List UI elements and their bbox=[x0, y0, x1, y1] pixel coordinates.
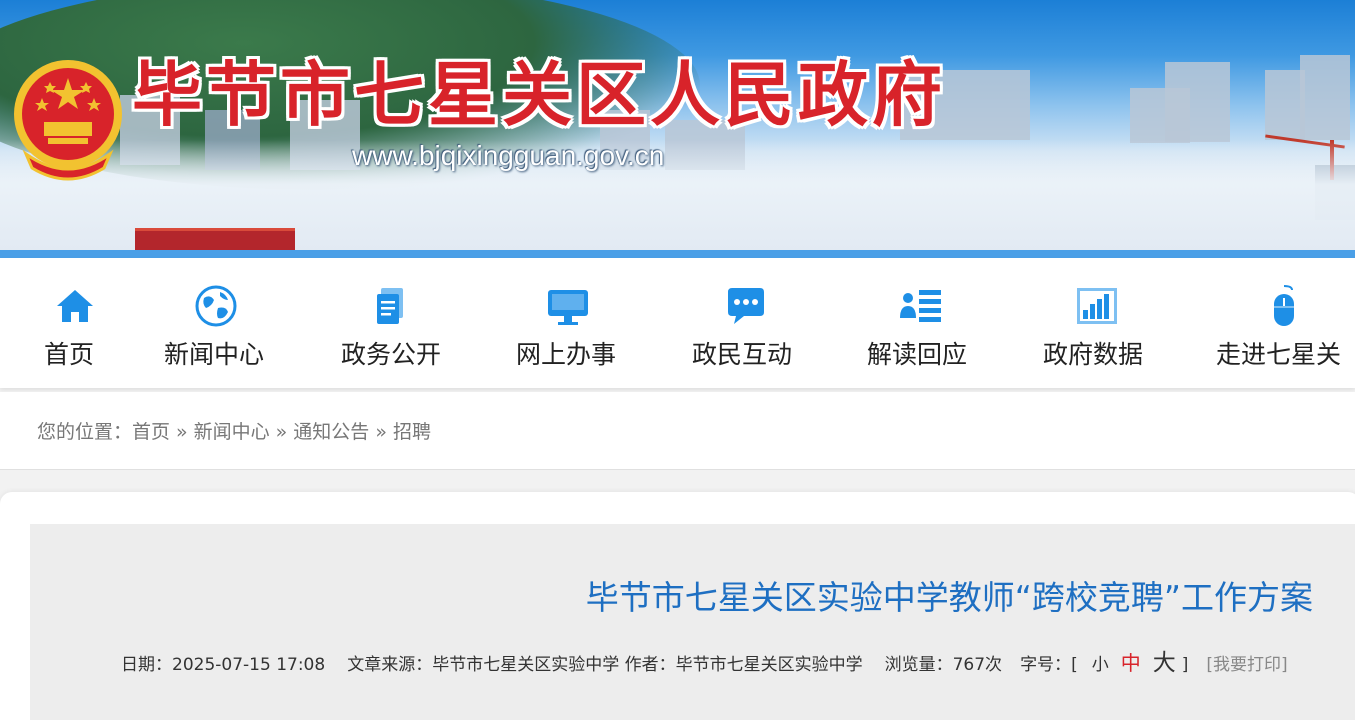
main-nav: 首页 新闻中心 政务公开 网上办事 政民互动 解读回应 政府数据 走进七星关 bbox=[0, 258, 1355, 388]
nav-label: 首页 bbox=[44, 340, 95, 369]
article-views: 767次 bbox=[952, 655, 1003, 675]
nav-item-gov-data[interactable]: 政府数据 bbox=[1039, 258, 1159, 388]
nav-label: 政务公开 bbox=[341, 340, 442, 369]
site-banner: 毕节市七星关区人民政府 www.bjqixingguan.gov.cn bbox=[0, 0, 1355, 252]
chat-bubble-icon bbox=[724, 284, 768, 328]
views-label: 浏览量： bbox=[884, 655, 953, 675]
print-button[interactable]: [我要打印] bbox=[1206, 655, 1287, 675]
breadcrumb-separator: » bbox=[275, 421, 288, 443]
breadcrumb-area: 您的位置：首页» 新闻中心» 通知公告» 招聘 bbox=[0, 392, 1355, 470]
font-size-large-button[interactable]: 大 bbox=[1153, 650, 1176, 676]
mouse-icon bbox=[1262, 284, 1306, 328]
bracket-open: [ bbox=[1071, 655, 1078, 675]
nav-label: 政民互动 bbox=[692, 340, 793, 369]
nav-label: 走进七星关 bbox=[1216, 340, 1342, 369]
article-title: 毕节市七星关区实验中学教师“跨校竞聘”工作方案 bbox=[585, 578, 1313, 617]
nav-item-home[interactable]: 首页 bbox=[40, 258, 110, 388]
banner-building bbox=[1300, 55, 1350, 140]
article-meta: 日期：2025-07-15 17:08 文章来源：毕节市七星关区实验中学 作者：毕… bbox=[121, 650, 1288, 678]
source-label: 文章来源： bbox=[347, 655, 433, 675]
breadcrumb-link-news[interactable]: 新闻中心 bbox=[194, 421, 270, 443]
article-author: 毕节市七星关区实验中学 bbox=[675, 655, 863, 675]
breadcrumb-prefix: 您的位置： bbox=[37, 421, 133, 443]
nav-label: 政府数据 bbox=[1043, 340, 1144, 369]
date-label: 日期： bbox=[121, 655, 172, 675]
national-emblem-icon bbox=[12, 58, 124, 182]
nav-item-gov-affairs[interactable]: 政务公开 bbox=[337, 258, 457, 388]
bar-chart-icon bbox=[1075, 284, 1119, 328]
globe-icon bbox=[194, 284, 238, 328]
nav-label: 解读回应 bbox=[867, 340, 968, 369]
user-list-icon bbox=[899, 284, 943, 328]
breadcrumb-link-home[interactable]: 首页 bbox=[132, 421, 170, 443]
breadcrumb: 您的位置：首页» 新闻中心» 通知公告» 招聘 bbox=[37, 420, 431, 444]
nav-label: 新闻中心 bbox=[164, 340, 265, 369]
nav-item-news[interactable]: 新闻中心 bbox=[160, 258, 280, 388]
breadcrumb-separator: » bbox=[176, 421, 188, 443]
site-title: 毕节市七星关区人民政府 bbox=[132, 53, 946, 136]
fontsize-label: 字号： bbox=[1020, 655, 1072, 675]
nav-label: 网上办事 bbox=[516, 340, 617, 369]
article-header-box bbox=[30, 524, 1355, 720]
breadcrumb-link-recruitment[interactable]: 招聘 bbox=[393, 421, 431, 443]
banner-accent-bar bbox=[0, 250, 1355, 258]
banner-building bbox=[1165, 62, 1230, 142]
bracket-close: ] bbox=[1181, 655, 1189, 675]
banner-red-building bbox=[135, 228, 295, 252]
breadcrumb-separator: » bbox=[375, 421, 387, 443]
banner-building bbox=[1265, 70, 1305, 140]
site-url: www.bjqixingguan.gov.cn bbox=[352, 140, 665, 171]
author-label: 作者： bbox=[624, 655, 676, 675]
document-icon bbox=[369, 284, 413, 328]
breadcrumb-link-notices[interactable]: 通知公告 bbox=[293, 421, 369, 443]
article-source: 毕节市七星关区实验中学 bbox=[432, 655, 620, 675]
font-size-medium-button[interactable]: 中 bbox=[1121, 651, 1141, 675]
monitor-icon bbox=[546, 284, 590, 328]
nav-item-about[interactable]: 走进七星关 bbox=[1212, 258, 1355, 388]
article-date: 2025-07-15 17:08 bbox=[172, 655, 326, 675]
nav-item-online-services[interactable]: 网上办事 bbox=[512, 258, 632, 388]
nav-item-interaction[interactable]: 政民互动 bbox=[688, 258, 808, 388]
home-icon bbox=[53, 284, 97, 328]
font-size-small-button[interactable]: 小 bbox=[1092, 655, 1109, 675]
nav-item-interpretation[interactable]: 解读回应 bbox=[863, 258, 983, 388]
